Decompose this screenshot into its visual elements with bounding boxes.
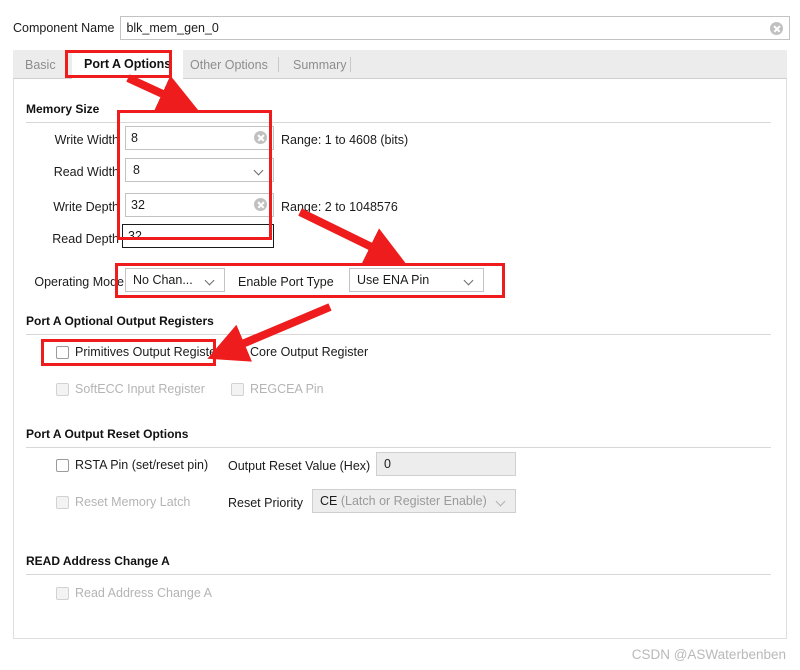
watermark: CSDN @ASWaterbenben xyxy=(631,647,786,662)
output-reset-options-heading: Port A Output Reset Options xyxy=(26,427,189,441)
component-name-row: Component Name blk_mem_gen_0 xyxy=(0,12,800,44)
tab-bar: Basic Port A Options Other Options Summa… xyxy=(13,50,787,79)
tab-port-a-options[interactable]: Port A Options xyxy=(72,50,184,79)
enable-port-type-combo[interactable]: Use ENA Pin xyxy=(349,268,484,292)
tab-summary[interactable]: Summary xyxy=(281,50,358,79)
optional-output-registers-heading: Port A Optional Output Registers xyxy=(26,314,214,328)
chevron-down-icon xyxy=(497,498,506,507)
write-depth-input[interactable]: 32 xyxy=(125,193,274,217)
clear-circle-icon[interactable] xyxy=(254,131,267,144)
read-width-value: 8 xyxy=(133,163,140,177)
read-width-label: Read Width xyxy=(53,165,119,179)
write-depth-label: Write Depth xyxy=(53,200,119,214)
port-a-options-panel: Memory Size Write Width 8 Range: 1 to 46… xyxy=(13,79,787,639)
checkbox-reset-memory-latch: Reset Memory Latch xyxy=(56,495,190,509)
optional-output-registers-rule xyxy=(26,334,771,335)
tab-other-options[interactable]: Other Options xyxy=(178,50,280,79)
tab-divider-2 xyxy=(350,57,351,72)
reset-priority-combo[interactable]: CE (Latch or Register Enable) xyxy=(312,489,516,513)
read-width-combo[interactable]: 8 xyxy=(125,158,274,182)
checkbox-read-address-change-a: Read Address Change A xyxy=(56,586,212,600)
memory-size-rule xyxy=(26,122,771,123)
operating-mode-combo[interactable]: No Chan... xyxy=(125,268,225,292)
checkbox-icon xyxy=(56,586,69,600)
checkbox-label: Core Output Register xyxy=(250,345,369,359)
write-width-input[interactable]: 8 xyxy=(125,126,274,150)
read-depth-input[interactable]: 32 xyxy=(122,224,274,248)
checkbox-icon[interactable] xyxy=(231,345,244,359)
chevron-down-icon xyxy=(465,277,474,286)
checkbox-label: Reset Memory Latch xyxy=(75,495,191,509)
memory-size-heading: Memory Size xyxy=(26,102,100,116)
enable-port-type-value: Use ENA Pin xyxy=(357,273,430,287)
checkbox-icon[interactable] xyxy=(56,345,69,359)
component-name-input[interactable]: blk_mem_gen_0 xyxy=(120,16,791,40)
component-name-value: blk_mem_gen_0 xyxy=(126,21,219,35)
checkbox-icon xyxy=(231,382,244,396)
tab-basic[interactable]: Basic xyxy=(13,50,68,79)
write-width-label: Write Width xyxy=(54,133,119,147)
checkbox-regcea-pin: REGCEA Pin xyxy=(231,382,324,396)
output-reset-value-input[interactable]: 0 xyxy=(376,452,516,476)
output-reset-options-rule xyxy=(26,447,771,448)
chevron-down-icon xyxy=(255,167,264,176)
operating-mode-value: No Chan... xyxy=(133,273,193,287)
checkbox-rsta-pin[interactable]: RSTA Pin (set/reset pin) xyxy=(56,458,208,472)
checkbox-icon xyxy=(56,382,69,396)
enable-port-type-label: Enable Port Type xyxy=(238,275,334,289)
ip-configuration-dialog: Component Name blk_mem_gen_0 Basic Port … xyxy=(0,0,800,670)
checkbox-icon xyxy=(56,495,69,509)
checkbox-icon[interactable] xyxy=(56,458,69,472)
reset-priority-code: CE xyxy=(320,494,338,508)
read-depth-value: 32 xyxy=(128,229,142,243)
checkbox-core-output-register[interactable]: Core Output Register xyxy=(231,345,368,359)
component-name-label: Component Name xyxy=(13,21,115,35)
chevron-down-icon xyxy=(206,277,215,286)
clear-circle-icon[interactable] xyxy=(770,22,784,35)
write-depth-value: 32 xyxy=(131,198,145,212)
checkbox-label: REGCEA Pin xyxy=(250,382,324,396)
output-reset-value-label: Output Reset Value (Hex) xyxy=(228,459,371,473)
write-depth-range: Range: 2 to 1048576 xyxy=(281,200,398,214)
output-reset-value: 0 xyxy=(384,457,391,471)
read-depth-label: Read Depth xyxy=(52,232,119,246)
checkbox-primitives-output-register[interactable]: Primitives Output Register xyxy=(56,345,220,359)
read-address-change-rule xyxy=(26,574,771,575)
clear-circle-icon[interactable] xyxy=(254,198,267,211)
checkbox-label: Read Address Change A xyxy=(75,586,212,600)
reset-priority-label: Reset Priority xyxy=(228,496,304,510)
tab-divider-1 xyxy=(278,57,279,72)
checkbox-label: RSTA Pin (set/reset pin) xyxy=(75,458,209,472)
operating-mode-label: Operating Mode xyxy=(34,275,124,289)
checkbox-label: Primitives Output Register xyxy=(75,345,221,359)
write-width-value: 8 xyxy=(131,131,138,145)
read-address-change-heading: READ Address Change A xyxy=(26,554,170,568)
checkbox-softecc-input-register: SoftECC Input Register xyxy=(56,382,205,396)
reset-priority-suffix: (Latch or Register Enable) xyxy=(340,494,487,508)
reset-priority-value: CE (Latch or Register Enable) xyxy=(320,494,487,508)
checkbox-label: SoftECC Input Register xyxy=(75,382,205,396)
write-width-range: Range: 1 to 4608 (bits) xyxy=(281,133,409,147)
